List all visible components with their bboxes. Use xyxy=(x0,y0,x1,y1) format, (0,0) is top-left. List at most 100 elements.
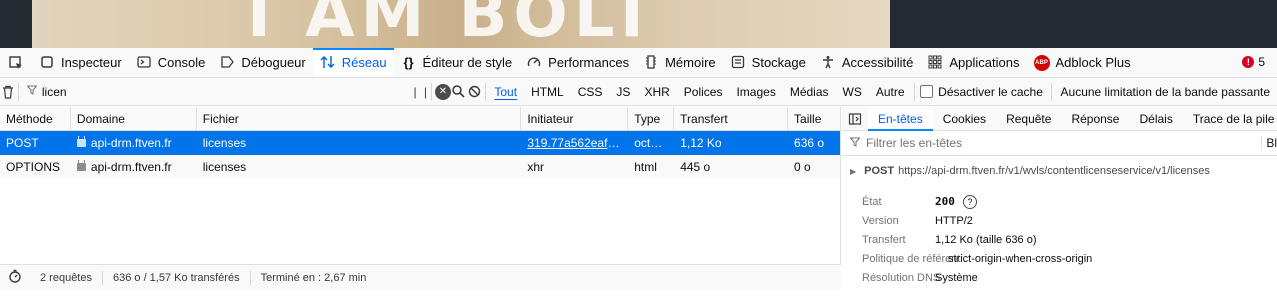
applications-icon xyxy=(927,55,943,71)
column-header-domain[interactable]: Domaine xyxy=(71,107,197,130)
pause-button[interactable]: | | xyxy=(413,79,429,105)
pause-icon: | | xyxy=(413,84,430,99)
column-header-type[interactable]: Type xyxy=(628,107,675,130)
table-row[interactable]: POST api-drm.ftven.fr licenses 319.77a56… xyxy=(0,131,840,155)
tab-label: Mémoire xyxy=(665,55,716,70)
cell-size: 0 o xyxy=(794,160,811,174)
field-key: État xyxy=(862,195,882,208)
expand-arrow-icon: ▶ xyxy=(850,166,857,176)
filter-type-css[interactable]: CSS xyxy=(571,82,610,102)
tab-response[interactable]: Réponse xyxy=(1061,107,1129,130)
filter-type-other[interactable]: Autre xyxy=(869,82,912,102)
throttling-select[interactable]: Aucune limitation de la bande passante xyxy=(1054,82,1277,102)
column-header-initiator[interactable]: Initiateur xyxy=(521,107,629,130)
error-count-badge[interactable]: ! 5 xyxy=(1242,55,1265,69)
tab-headers[interactable]: En-têtes xyxy=(868,107,933,131)
clear-requests-button[interactable] xyxy=(0,79,16,105)
filter-icon xyxy=(26,85,38,98)
web-content-area: I AM BOLT xyxy=(0,0,1277,48)
cell-initiator-link[interactable]: 319.77a562eaf63... xyxy=(521,136,628,150)
lock-icon xyxy=(76,136,86,147)
cell-file: licenses xyxy=(202,160,247,174)
request-summary-line[interactable]: ▶ POST https://api-drm.ftven.fr/v1/wvls/… xyxy=(842,156,1277,186)
block-request-button[interactable] xyxy=(467,79,483,105)
divider xyxy=(431,82,432,101)
tab-console[interactable]: Console xyxy=(129,48,213,77)
tab-storage[interactable]: Stockage xyxy=(723,48,813,77)
clear-filter-button[interactable]: ✕ xyxy=(435,84,451,100)
tab-applications[interactable]: Applications xyxy=(920,48,1026,77)
status-code: 200 xyxy=(935,195,955,208)
cell-transfer: 445 o xyxy=(680,160,711,174)
tab-inspector[interactable]: Inspecteur xyxy=(32,48,129,77)
tab-request[interactable]: Requête xyxy=(996,107,1061,130)
divider xyxy=(484,82,486,101)
cell-method: OPTIONS xyxy=(6,160,61,174)
devtools-toolbar: Inspecteur Console Débogueur Réseau {} É… xyxy=(0,48,1277,78)
sidebar-toggle-icon xyxy=(848,113,862,125)
status-field: État 200 ? xyxy=(842,192,1277,211)
block-icon xyxy=(468,85,481,98)
field-key: Version xyxy=(862,214,899,227)
filter-type-js[interactable]: JS xyxy=(609,82,637,102)
debugger-icon xyxy=(219,55,235,71)
error-count: 5 xyxy=(1258,55,1265,69)
table-row[interactable]: OPTIONS api-drm.ftven.fr licenses xhr ht… xyxy=(0,155,840,179)
disable-cache-checkbox[interactable]: Désactiver le cache xyxy=(920,85,1043,99)
tab-adblock-plus[interactable]: ABP Adblock Plus xyxy=(1027,48,1138,77)
request-table: Méthode Domaine Fichier Initiateur Type … xyxy=(0,107,841,264)
trash-icon xyxy=(3,85,14,99)
tab-debugger[interactable]: Débogueur xyxy=(212,48,312,77)
url-filter[interactable] xyxy=(26,80,402,104)
field-key: Politique de référent xyxy=(862,252,961,265)
column-header-file[interactable]: Fichier xyxy=(197,107,522,130)
cell-initiator: xhr xyxy=(527,160,545,174)
help-icon[interactable]: ? xyxy=(962,194,977,209)
table-header: Méthode Domaine Fichier Initiateur Type … xyxy=(0,107,840,131)
finished-time: Terminé en : 2,67 min xyxy=(260,271,367,284)
tab-style-editor[interactable]: {} Éditeur de style xyxy=(394,48,520,77)
checkbox-box[interactable] xyxy=(920,85,934,98)
filter-icon xyxy=(849,136,861,150)
cell-type: html xyxy=(634,160,657,174)
tab-label: Accessibilité xyxy=(841,55,914,70)
filter-type-all[interactable]: Tout xyxy=(487,82,524,102)
field-value: strict-origin-when-cross-origin xyxy=(948,252,1093,265)
tab-stack-trace[interactable]: Trace de la pile xyxy=(1183,107,1277,130)
request-count: 2 requêtes xyxy=(30,270,103,285)
tab-timings[interactable]: Délais xyxy=(1129,107,1182,130)
tab-accessibility[interactable]: Accessibilité xyxy=(813,48,921,77)
filter-type-fonts[interactable]: Polices xyxy=(677,82,730,102)
filter-type-images[interactable]: Images xyxy=(729,82,782,102)
tab-cookies[interactable]: Cookies xyxy=(933,107,996,130)
domain-text: api-drm.ftven.fr xyxy=(90,160,172,174)
column-header-method[interactable]: Méthode xyxy=(0,107,71,130)
search-icon xyxy=(452,85,465,98)
headers-filter[interactable]: Filtrer les en-têtes Bl xyxy=(842,131,1277,156)
tab-label: Adblock Plus xyxy=(1055,55,1131,70)
toggle-panel-button[interactable] xyxy=(842,107,868,130)
column-header-transfer[interactable]: Transfert xyxy=(674,107,789,130)
close-icon: ✕ xyxy=(438,86,448,97)
divider xyxy=(1050,82,1052,101)
tab-network[interactable]: Réseau xyxy=(312,48,394,77)
filter-type-media[interactable]: Médias xyxy=(783,82,836,102)
tab-performance[interactable]: Performances xyxy=(519,48,636,77)
tab-memory[interactable]: Mémoire xyxy=(636,48,723,77)
tab-label: Débogueur xyxy=(241,55,306,70)
banner-text: I AM BOLT xyxy=(247,0,660,48)
search-button[interactable] xyxy=(450,79,466,105)
column-header-size[interactable]: Taille xyxy=(788,107,840,130)
memory-icon xyxy=(643,54,659,71)
cell-file: licenses xyxy=(202,136,247,150)
performance-icon xyxy=(526,55,542,71)
filter-type-xhr[interactable]: XHR xyxy=(637,82,676,102)
filter-type-ws[interactable]: WS xyxy=(836,82,869,102)
performance-analysis-button[interactable] xyxy=(0,269,30,286)
filter-type-html[interactable]: HTML xyxy=(524,82,571,102)
url-filter-input[interactable] xyxy=(41,84,402,99)
details-tabs: En-têtes Cookies Requête Réponse Délais … xyxy=(842,107,1277,131)
element-picker-button[interactable] xyxy=(0,48,32,77)
block-label[interactable]: Bl xyxy=(1261,136,1277,150)
page-banner-image: I AM BOLT xyxy=(32,0,890,48)
